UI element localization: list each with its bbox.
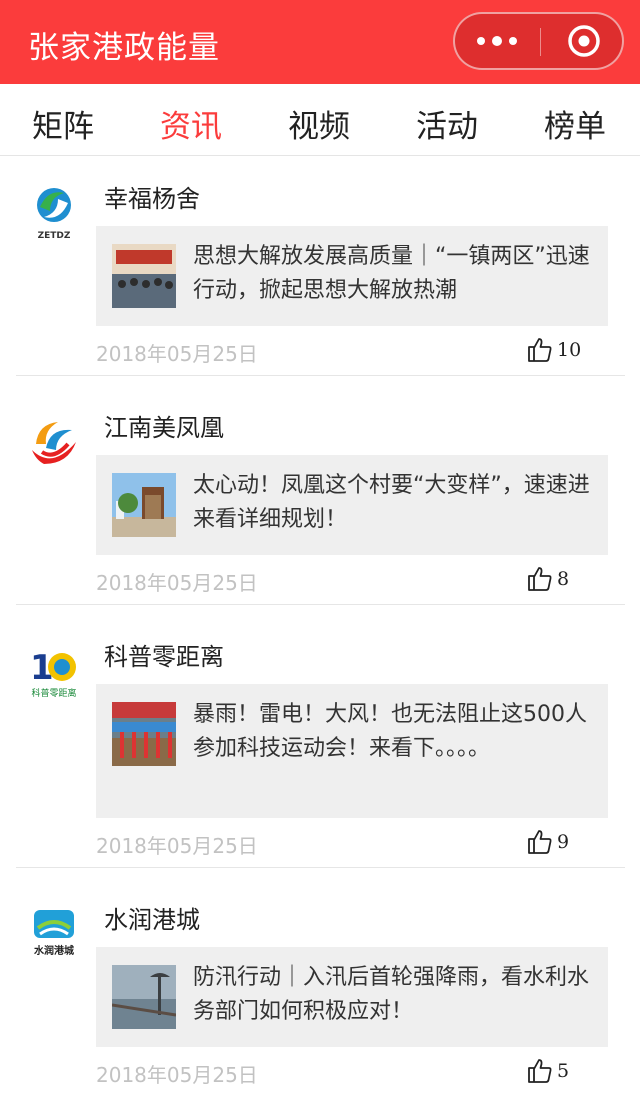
logo-text: 科普零距离 [31,687,76,699]
logo-text: 水润港城 [33,944,74,957]
source-name[interactable]: 幸福杨舍 [104,179,200,214]
capsule-divider [540,28,541,56]
article-preview[interactable]: 太心动！凤凰这个村要“大变样”，速速进来看详细规划！ [96,455,608,555]
like-button[interactable]: 8 [526,565,569,592]
like-button[interactable]: 10 [526,336,581,363]
thumbs-up-icon [528,1059,552,1083]
dot-icon [477,37,485,45]
feed-card[interactable]: 江南美凤凰 太心动！凤凰这个村要“大变样”，速速进来看详细规划！ 2018年05… [16,386,625,605]
article-preview[interactable]: 暴雨！雷电！大风！也无法阻止这500人参加科技运动会！来看下。。。。 [96,684,608,818]
article-headline: 太心动！凤凰这个村要“大变样”，速速进来看详细规划！ [193,473,590,532]
close-miniprogram-icon[interactable] [567,24,601,58]
app-title: 张家港政能量 [28,30,220,66]
post-date: 2018年05月25日 [96,571,258,595]
feed-card[interactable]: 水润港城 水润港城 防汛行动｜入汛后首轮强降雨，看水利水务部门如何积极应对！ 2… [16,878,625,1094]
article-headline: 暴雨！雷电！大风！也无法阻止这500人参加科技运动会！来看下。。。。 [193,702,587,761]
thumbs-up-icon [528,830,552,854]
logo-text: ZETDZ [38,231,71,241]
like-count: 9 [557,830,570,853]
article-thumbnail [112,244,176,308]
post-date: 2018年05月25日 [96,1063,258,1087]
thumbs-up-icon [528,567,552,591]
tab-news[interactable]: 资讯 [160,101,222,146]
post-date: 2018年05月25日 [96,834,258,858]
tab-activity[interactable]: 活动 [416,101,478,146]
more-menu-button[interactable] [455,14,539,68]
dot-icon [492,36,502,46]
like-count: 8 [557,567,570,590]
post-date: 2018年05月25日 [96,342,258,366]
shuirun-logo: 水润港城 [33,910,74,957]
tab-ranking[interactable]: 榜单 [544,101,606,146]
tab-matrix[interactable]: 矩阵 [32,101,94,146]
like-count: 10 [557,338,582,361]
source-name[interactable]: 科普零距离 [104,637,224,672]
article-thumbnail [112,702,176,766]
feed-card[interactable]: 1 科普零距离 科普零距离 暴雨！雷电！大风！也无法阻止这500人参加科技运动会… [16,615,625,868]
article-headline: 防汛行动｜入汛后首轮强降雨，看水利水务部门如何积极应对！ [193,965,590,1024]
source-name[interactable]: 江南美凤凰 [104,408,224,443]
article-thumbnail [112,965,176,1029]
like-button[interactable]: 5 [526,1057,569,1084]
tab-video[interactable]: 视频 [288,101,350,146]
feed-card[interactable]: ZETDZ 幸福杨舍 思想大解放发展高质量｜“一镇两区”迅速行动，掀起思想大解放… [16,157,625,376]
zetdz-logo: ZETDZ [37,188,71,241]
miniprogram-capsule [453,12,624,70]
kepu-logo: 1 科普零距离 [30,648,77,699]
source-name[interactable]: 水润港城 [104,900,200,935]
like-count: 5 [557,1059,570,1082]
app-header: 张家港政能量 [0,0,640,84]
article-headline: 思想大解放发展高质量｜“一镇两区”迅速行动，掀起思想大解放热潮 [193,244,590,303]
article-preview[interactable]: 思想大解放发展高质量｜“一镇两区”迅速行动，掀起思想大解放热潮 [96,226,608,326]
article-preview[interactable]: 防汛行动｜入汛后首轮强降雨，看水利水务部门如何积极应对！ [96,947,608,1047]
article-thumbnail [112,473,176,537]
dot-icon [509,37,517,45]
thumbs-up-icon [528,338,552,362]
like-button[interactable]: 9 [526,828,569,855]
phoenix-logo [32,422,76,464]
